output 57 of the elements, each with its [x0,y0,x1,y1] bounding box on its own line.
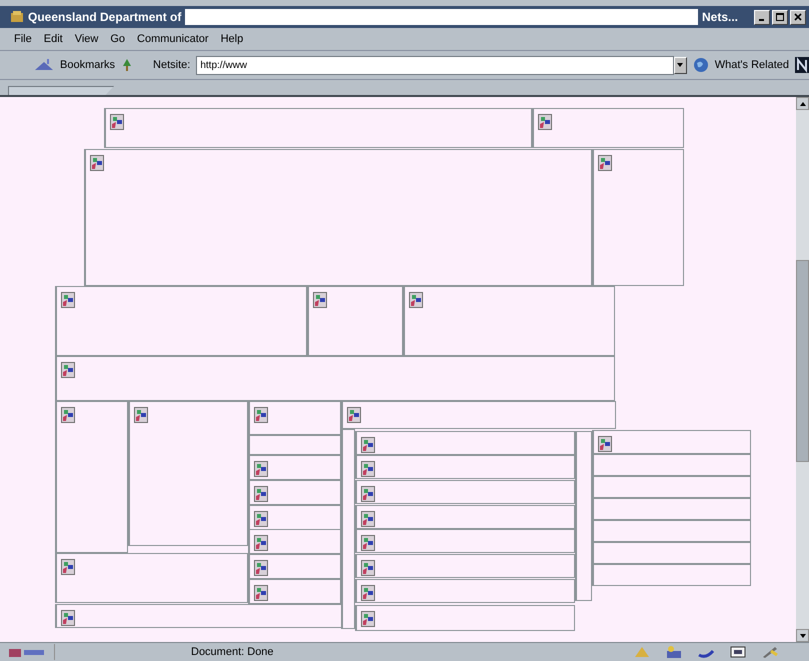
maximize-icon [776,13,784,21]
broken-image-icon [61,292,75,308]
menu-item[interactable]: Communicator [137,33,209,45]
broken-image-icon [61,362,75,378]
broken-image-icon [361,535,375,551]
broken-image-icon [254,486,268,502]
dropdown-button[interactable] [674,56,687,74]
minimize-button[interactable] [754,10,770,24]
broken-image-icon [61,407,75,423]
broken-image-icon [254,585,268,601]
url-field[interactable]: http://www [196,56,674,74]
status-text: Document: Done [191,646,275,658]
broken-image-icon [361,437,375,453]
broken-image-icon [538,114,552,130]
broken-image-icon [361,585,375,601]
broken-image-icon [361,611,375,627]
broken-image-icon [361,511,375,527]
maximize-button[interactable] [772,10,788,24]
broken-image-icon [254,560,268,576]
broken-image-icon [598,155,612,171]
broken-image-icon [313,292,327,308]
pen-icon[interactable] [761,645,779,659]
broken-image-icon [361,486,375,502]
close-icon [794,13,802,21]
window-title: Queensland Department of [28,10,182,24]
menu-item[interactable]: Help [220,33,244,45]
broken-image-icon [361,560,375,576]
broken-image-icon [409,292,423,308]
app-icon [10,10,24,24]
broken-image-icon [134,407,148,423]
broken-image-icon [254,535,268,551]
caret-icon [677,63,684,67]
menu-item[interactable]: Edit [44,33,63,45]
broken-image-icon [90,155,104,171]
menu-item[interactable]: View [74,33,98,45]
broken-image-icon [254,511,268,527]
broken-image-icon [61,559,75,575]
menu-item[interactable]: Go [110,33,126,45]
bookmarks-button[interactable]: Bookmarks [60,59,116,71]
broken-image-icon [598,436,612,452]
broken-image-icon [254,461,268,477]
broken-image-icon [110,114,124,130]
location-label: Netsite: [153,59,190,71]
scroll-up-icon[interactable] [800,102,806,106]
broken-image-icon [361,461,375,477]
menu-item[interactable]: File [14,33,32,45]
broken-image-icon [347,407,361,423]
scrollbar[interactable] [796,97,809,642]
logo-icon [795,57,809,73]
globe-icon [692,57,709,73]
whats-related-button[interactable]: What's Related [714,59,789,71]
scroll-down-icon[interactable] [800,634,806,638]
broken-image-icon [254,407,268,423]
close-button[interactable] [790,10,806,24]
toolbar-tab[interactable] [8,86,114,95]
broken-image-icon [61,610,75,626]
window-title-tail: Nets... [702,10,738,24]
